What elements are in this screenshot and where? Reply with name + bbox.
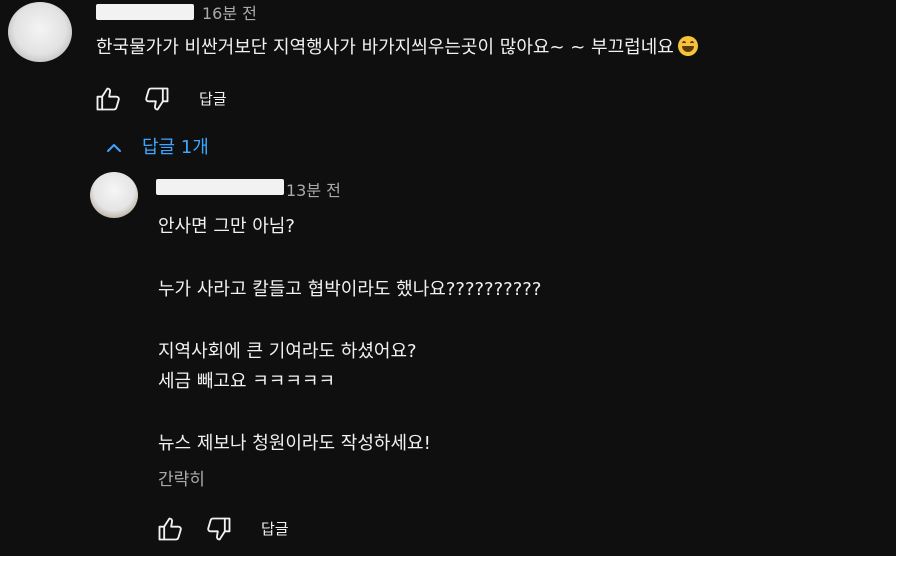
dislike-button[interactable] bbox=[204, 514, 234, 544]
thumbs-down-icon bbox=[207, 517, 231, 541]
grinning-sweat-emoji-icon bbox=[677, 36, 698, 56]
thumbs-up-icon bbox=[158, 517, 182, 541]
dislike-button[interactable] bbox=[142, 84, 172, 114]
reply-avatar[interactable] bbox=[90, 172, 138, 218]
comments-section: 16분 전 한국물가가 비싼거보단 지역행사가 바가지씌우는곳이 많아요~ ~ … bbox=[0, 0, 896, 556]
redacted-username bbox=[156, 179, 284, 195]
thumbs-up-icon bbox=[96, 87, 120, 111]
comment-timestamp[interactable]: 16분 전 bbox=[202, 4, 257, 24]
reply-button[interactable]: 답글 bbox=[261, 519, 289, 539]
read-less-button[interactable]: 간략히 bbox=[158, 468, 205, 492]
comment-text-body: 한국물가가 비싼거보단 지역행사가 바가지씌우는곳이 많아요~ ~ 부끄럽네요 bbox=[96, 37, 674, 58]
reply-text-line: 안사면 그만 아님? bbox=[158, 216, 295, 237]
replies-toggle-button[interactable]: 답글 1개 bbox=[102, 136, 209, 160]
reply-text-line: 지역사회에 큰 기여라도 하셨어요? bbox=[158, 341, 417, 362]
reply-timestamp[interactable]: 13분 전 bbox=[286, 181, 341, 201]
chevron-up-icon bbox=[107, 144, 121, 152]
reply-actions: 답글 bbox=[155, 514, 289, 544]
reply-text-line: 누가 사라고 칼들고 협박이라도 했나요?????????? bbox=[158, 279, 542, 300]
reply-text-line: 뉴스 제보나 청원이라도 작성하세요! bbox=[158, 433, 431, 454]
redacted-username bbox=[96, 4, 194, 20]
reply-text-line: 세금 빼고요 ㅋㅋㅋㅋㅋ bbox=[158, 371, 336, 392]
comment-text: 한국물가가 비싼거보단 지역행사가 바가지씌우는곳이 많아요~ ~ 부끄럽네요 bbox=[96, 36, 698, 60]
reply-button[interactable]: 답글 bbox=[199, 89, 227, 109]
thumbs-down-icon bbox=[145, 87, 169, 111]
like-button[interactable] bbox=[93, 84, 123, 114]
replies-toggle-label: 답글 1개 bbox=[142, 137, 209, 158]
avatar[interactable] bbox=[8, 2, 72, 62]
comment-actions: 답글 bbox=[93, 84, 227, 114]
like-button[interactable] bbox=[155, 514, 185, 544]
